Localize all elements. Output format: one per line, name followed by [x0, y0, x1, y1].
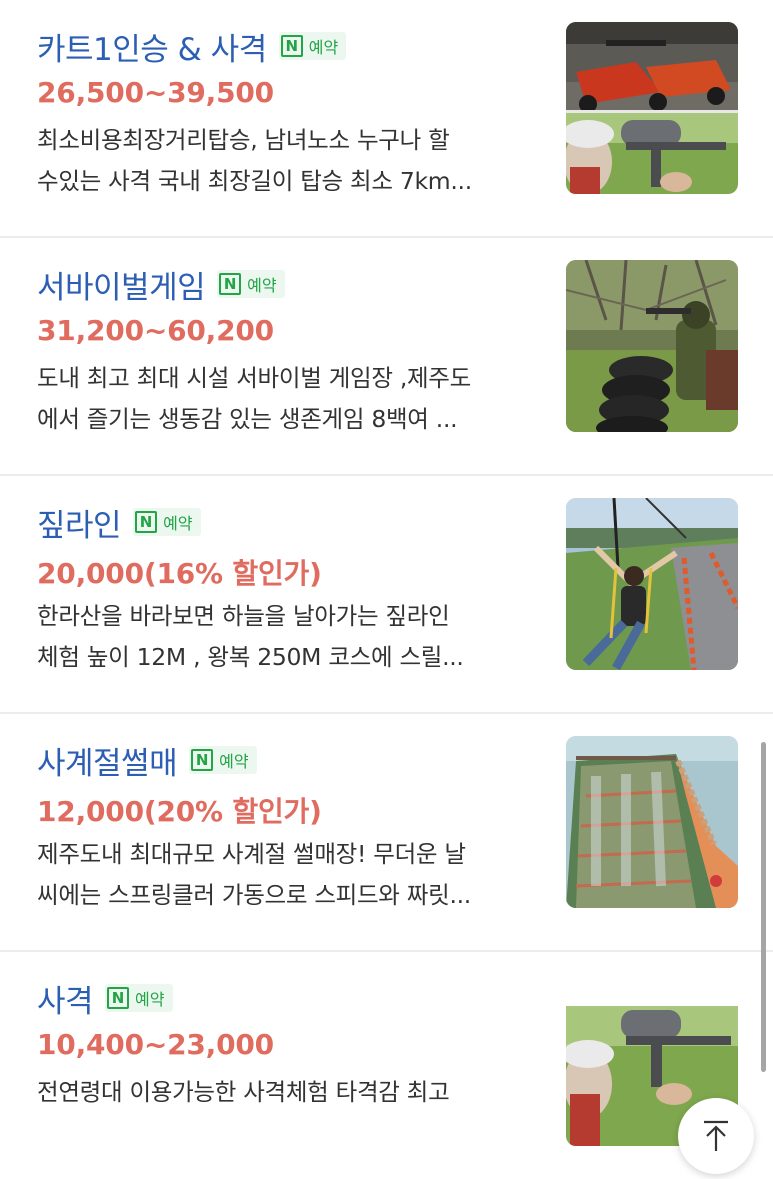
list-item[interactable]: 사격 N 예약 10,400~23,000 전연령대 이용가능한 사격체험 타격… [0, 952, 773, 1179]
reservation-badge-label: 예약 [247, 276, 277, 295]
reservation-badge: N 예약 [217, 270, 285, 298]
arrow-up-icon [704, 1120, 728, 1151]
reservation-badge-label: 예약 [219, 752, 249, 771]
kart-shooting-image [566, 22, 738, 194]
list-item[interactable]: 카트1인승 & 사격 N 예약 26,500~39,500 최소비용최장거리탑승… [0, 0, 773, 238]
item-thumbnail[interactable] [566, 260, 738, 432]
item-thumbnail[interactable] [566, 736, 738, 908]
reservation-badge: N 예약 [105, 984, 173, 1012]
reservation-badge-label: 예약 [308, 38, 339, 57]
list-item[interactable]: 서바이벌게임 N 예약 31,200~60,200 도내 최고 최대 시설 서바… [0, 238, 773, 476]
item-title-row: 사계절썰매 N 예약 [37, 738, 257, 782]
item-description-line: 제주도내 최대규모 사계절 썰매장! 무더운 날 [37, 840, 466, 868]
item-title-row: 사격 N 예약 [37, 976, 173, 1020]
item-title[interactable]: 짚라인 [37, 500, 122, 545]
item-price: 10,400~23,000 [37, 1028, 274, 1061]
naver-n-icon: N [191, 749, 214, 771]
reservation-badge: N 예약 [278, 32, 347, 60]
item-thumbnail[interactable] [566, 498, 738, 670]
item-description-line: 전연령대 이용가능한 사격체험 타격감 최고 [37, 1078, 450, 1106]
item-description-line: 수있는 사격 국내 최장길이 탑승 최소 7km... [37, 167, 472, 195]
item-title[interactable]: 사격 [37, 976, 94, 1021]
item-title-row: 짚라인 N 예약 [37, 500, 201, 544]
item-title-row: 서바이벌게임 N 예약 [37, 262, 285, 306]
item-price: 20,000(16% 할인가) [37, 557, 322, 590]
scroll-to-top-button[interactable] [678, 1098, 754, 1174]
item-description-line: 체험 높이 12M , 왕복 250M 코스에 스릴... [37, 643, 464, 671]
naver-n-icon: N [135, 511, 158, 533]
reservation-badge: N 예약 [133, 508, 201, 536]
sled-slope-image [566, 736, 738, 908]
item-title[interactable]: 서바이벌게임 [37, 262, 206, 307]
list-item[interactable]: 짚라인 N 예약 20,000(16% 할인가) 한라산을 바라보면 하늘을 날… [0, 476, 773, 714]
item-title[interactable]: 카트1인승 & 사격 [37, 24, 267, 69]
survival-game-image [566, 260, 738, 432]
item-description: 한라산을 바라보면 하늘을 날아가는 짚라인 체험 높이 12M , 왕복 25… [37, 596, 542, 678]
item-thumbnail[interactable] [566, 22, 738, 194]
reservation-badge-label: 예약 [135, 990, 165, 1009]
item-description-line: 에서 즐기는 생동감 있는 생존게임 8백여 ... [37, 405, 458, 433]
item-description: 최소비용최장거리탑승, 남녀노소 누구나 할 수있는 사격 국내 최장길이 탑승… [37, 120, 542, 202]
item-description: 제주도내 최대규모 사계절 썰매장! 무더운 날 씨에는 스프링클러 가동으로 … [37, 834, 542, 916]
naver-n-icon: N [280, 35, 303, 57]
item-title[interactable]: 사계절썰매 [37, 738, 178, 783]
naver-n-icon: N [107, 987, 130, 1009]
scrollbar[interactable] [761, 742, 766, 1072]
reservation-badge-label: 예약 [163, 514, 193, 533]
item-title-row: 카트1인승 & 사격 N 예약 [37, 24, 347, 69]
activity-list-page: 카트1인승 & 사격 N 예약 26,500~39,500 최소비용최장거리탑승… [0, 0, 773, 1179]
item-description-line: 한라산을 바라보면 하늘을 날아가는 짚라인 [37, 602, 450, 630]
item-description: 도내 최고 최대 시설 서바이벌 게임장 ,제주도 에서 즐기는 생동감 있는 … [37, 358, 542, 440]
item-price: 31,200~60,200 [37, 314, 274, 347]
item-price: 12,000(20% 할인가) [37, 795, 322, 828]
reservation-badge: N 예약 [189, 746, 257, 774]
item-description: 전연령대 이용가능한 사격체험 타격감 최고 [37, 1072, 542, 1113]
item-description-line: 최소비용최장거리탑승, 남녀노소 누구나 할 [37, 126, 450, 154]
item-description-line: 도내 최고 최대 시설 서바이벌 게임장 ,제주도 [37, 364, 471, 392]
item-description-line: 씨에는 스프링클러 가동으로 스피드와 짜릿... [37, 881, 471, 909]
list-item[interactable]: 사계절썰매 N 예약 12,000(20% 할인가) 제주도내 최대규모 사계절… [0, 714, 773, 952]
item-price: 26,500~39,500 [37, 76, 274, 109]
zipline-image [566, 498, 738, 670]
naver-n-icon: N [219, 273, 242, 295]
